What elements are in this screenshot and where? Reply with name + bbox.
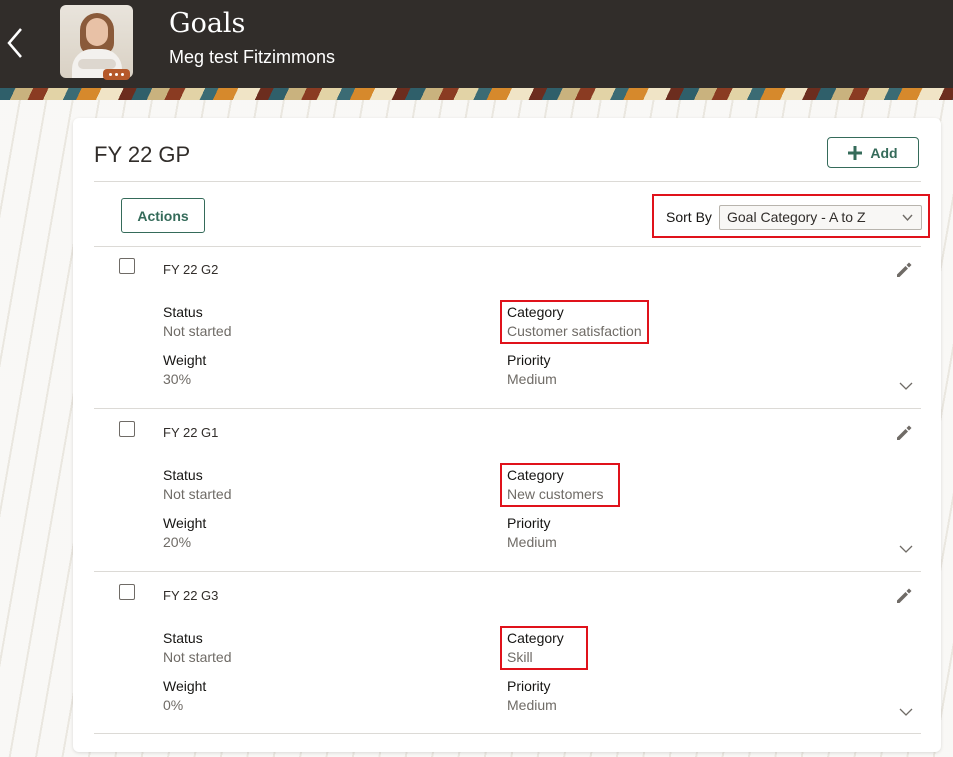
divider — [94, 181, 921, 182]
sort-by-select[interactable]: Goal Category - A to Z — [719, 205, 922, 230]
sort-by-value: Goal Category - A to Z — [727, 209, 866, 225]
add-button-label: Add — [870, 144, 898, 161]
actions-button[interactable]: Actions — [121, 198, 205, 233]
goal-name[interactable]: FY 22 G1 — [163, 425, 218, 440]
priority-value: Medium — [507, 697, 557, 713]
sort-by-label: Sort By — [666, 209, 712, 225]
page-header: Goals Meg test Fitzimmons — [0, 0, 953, 100]
category-value: New customers — [507, 486, 604, 502]
priority-label: Priority — [507, 352, 551, 368]
category-value: Customer satisfaction — [507, 323, 642, 339]
category-label: Category — [507, 304, 564, 320]
weight-label: Weight — [163, 678, 207, 694]
category-label: Category — [507, 467, 564, 483]
chevron-down-icon[interactable] — [899, 708, 913, 717]
category-label: Category — [507, 630, 564, 646]
plus-icon — [848, 145, 863, 160]
person-name: Meg test Fitzimmons — [169, 47, 336, 67]
goal-plan-card: FY 22 GP Add Actions Sort By Goal Catego… — [73, 118, 941, 752]
pencil-icon[interactable] — [894, 586, 914, 606]
status-value: Not started — [163, 486, 232, 502]
pencil-icon[interactable] — [894, 423, 914, 443]
goal-plan-title: FY 22 GP — [94, 142, 191, 167]
decorative-banner — [0, 88, 953, 100]
divider — [94, 733, 921, 734]
priority-label: Priority — [507, 678, 551, 694]
weight-value: 0% — [163, 697, 184, 713]
more-options-icon[interactable] — [103, 69, 130, 80]
goal-checkbox[interactable] — [119, 421, 135, 437]
chevron-down-icon — [902, 214, 913, 222]
sort-by-highlight: Sort By Goal Category - A to Z — [652, 194, 930, 238]
chevron-down-icon[interactable] — [899, 382, 913, 391]
avatar[interactable] — [60, 5, 133, 78]
goal-name[interactable]: FY 22 G3 — [163, 588, 218, 603]
goal-checkbox[interactable] — [119, 584, 135, 600]
goal-item: FY 22 G2 Status Not started Category Cus… — [94, 246, 921, 408]
goal-item: FY 22 G1 Status Not started Category New… — [94, 409, 921, 571]
weight-value: 20% — [163, 534, 192, 550]
weight-label: Weight — [163, 515, 207, 531]
status-label: Status — [163, 304, 203, 320]
weight-label: Weight — [163, 352, 207, 368]
status-label: Status — [163, 467, 203, 483]
status-value: Not started — [163, 649, 232, 665]
goal-item: FY 22 G3 Status Not started Category Ski… — [94, 572, 921, 734]
status-label: Status — [163, 630, 203, 646]
priority-label: Priority — [507, 515, 551, 531]
page-title: Goals — [169, 8, 246, 39]
chevron-left-icon — [7, 28, 22, 58]
pencil-icon[interactable] — [894, 260, 914, 280]
goal-name[interactable]: FY 22 G2 — [163, 262, 218, 277]
priority-value: Medium — [507, 371, 557, 387]
weight-value: 30% — [163, 371, 192, 387]
category-value: Skill — [507, 649, 533, 665]
add-button[interactable]: Add — [827, 137, 919, 168]
chevron-down-icon[interactable] — [899, 545, 913, 554]
goal-checkbox[interactable] — [119, 258, 135, 274]
status-value: Not started — [163, 323, 232, 339]
back-button[interactable] — [0, 18, 30, 68]
priority-value: Medium — [507, 534, 557, 550]
